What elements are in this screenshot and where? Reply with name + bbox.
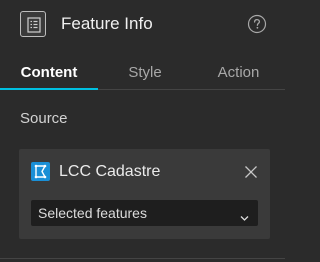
source-card: LCC Cadastre Selected features	[19, 149, 270, 239]
question-circle-icon[interactable]	[247, 14, 267, 34]
source-section-label: Source	[20, 110, 68, 127]
select-value: Selected features	[38, 205, 147, 221]
data-source-select[interactable]: Selected features	[31, 200, 258, 226]
tab-action[interactable]: Action	[192, 55, 285, 91]
tabs-divider	[98, 89, 285, 90]
layer-select-icon	[31, 162, 50, 181]
close-icon[interactable]	[243, 164, 259, 180]
tab-style[interactable]: Style	[98, 55, 192, 91]
active-tab-indicator	[0, 88, 98, 90]
panel-header: Feature Info	[0, 0, 285, 50]
feature-info-widget-icon	[20, 11, 46, 37]
settings-tabs: Content Style Action	[0, 55, 285, 91]
layer-name: LCC Cadastre	[59, 163, 161, 180]
chevron-down-icon	[240, 209, 249, 221]
section-divider	[0, 258, 285, 259]
panel-title: Feature Info	[61, 14, 153, 33]
feature-info-settings-panel: Feature Info Content Style Action Source	[0, 0, 285, 262]
tab-content[interactable]: Content	[0, 55, 98, 91]
